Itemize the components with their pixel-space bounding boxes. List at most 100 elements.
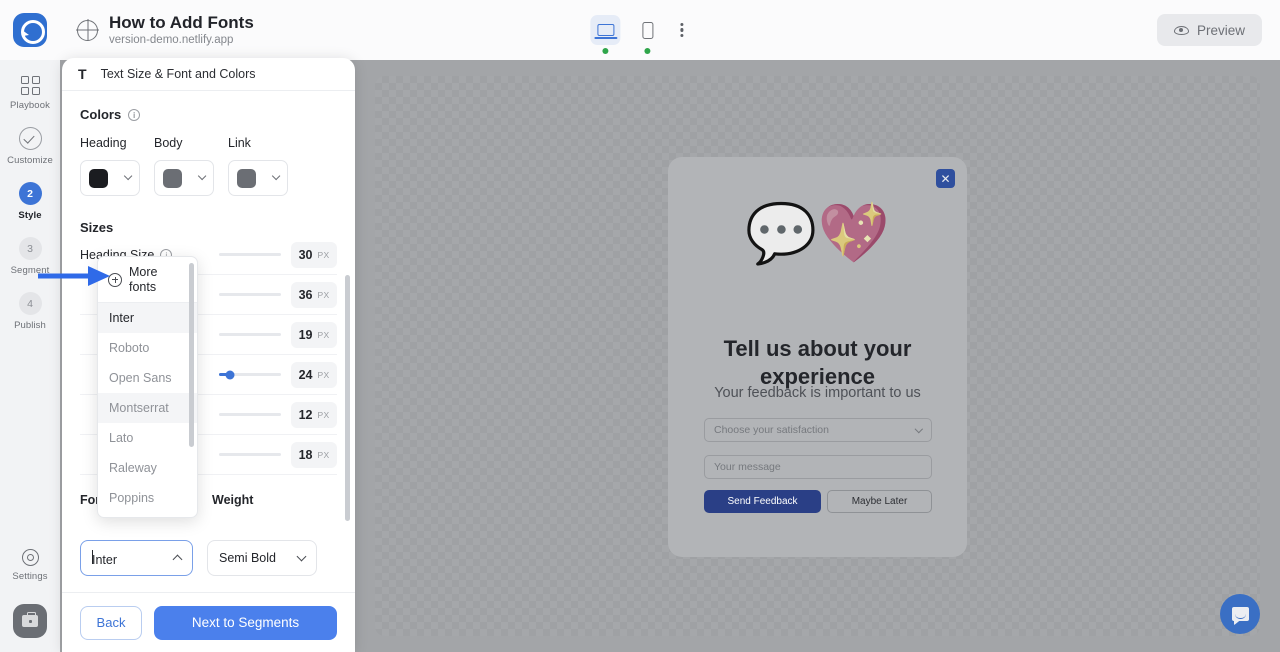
size-controls: 12 PX [219,401,337,428]
device-toggle-group [590,15,689,54]
size-slider-active[interactable] [219,370,281,379]
panel-scrollbar[interactable] [345,275,350,521]
size-value-box[interactable]: 30 PX [291,241,337,268]
font-option-poppins[interactable]: Poppins [98,483,197,513]
eye-icon [1173,25,1189,35]
laptop-icon [593,24,617,39]
style-panel-footer: Back Next to Segments [62,592,355,652]
size-value-box[interactable]: 18 PX [291,441,337,468]
size-value-box[interactable]: 36 PX [291,281,337,308]
font-option-inter[interactable]: Inter [98,303,197,333]
sizes-label-text: Sizes [80,220,114,235]
next-to-segments-button[interactable]: Next to Segments [154,605,337,640]
size-controls: 24 PX [219,361,337,388]
colors-label-text: Colors [80,107,122,122]
sidebar-item-label: Settings [12,571,48,582]
preview-button-label: Preview [1196,22,1245,38]
color-label: Body [154,136,183,150]
size-unit: PX [317,329,330,340]
page-title-block: How to Add Fonts version-demo.netlify.ap… [77,13,254,48]
close-icon[interactable]: ✕ [936,169,955,188]
font-option-open-sans[interactable]: Open Sans [98,363,197,393]
app-logo-wrapper[interactable] [0,13,60,47]
device-toggle-desktop[interactable] [590,15,621,54]
top-bar: How to Add Fonts version-demo.netlify.ap… [0,0,1280,60]
size-unit: PX [317,249,330,260]
color-picker-button-link[interactable] [228,160,288,196]
style-panel-title: Text Size & Font and Colors [100,67,256,81]
color-swatch [237,168,256,188]
font-select[interactable]: Inter [80,540,193,576]
font-option-roboto[interactable]: Roboto [98,333,197,363]
font-option-lato[interactable]: Lato [98,423,197,453]
colors-section-label: Colors i [80,107,337,122]
size-value: 24 [298,367,313,382]
sidebar-item-style[interactable]: 2 Style [0,166,60,221]
chevron-down-icon [915,425,924,433]
globe-icon [77,19,98,41]
maybe-later-button[interactable]: Maybe Later [827,490,932,513]
size-value: 30 [298,247,313,262]
phone-icon [641,21,653,39]
size-slider[interactable] [219,333,281,336]
size-value-box[interactable]: 24 PX [291,361,337,388]
size-unit: PX [317,289,330,300]
font-option-raleway[interactable]: Raleway [98,453,197,483]
chat-launcher-button[interactable] [1220,594,1260,634]
sidebar-item-label: Publish [14,320,46,331]
device-toggle-mobile[interactable] [632,15,662,54]
color-swatch [163,168,182,188]
briefcase-icon [22,612,38,627]
size-slider[interactable] [219,293,281,296]
color-swatch [89,168,108,188]
style-panel-header: T Text Size & Font and Colors [62,58,355,91]
check-circle-icon [18,127,42,150]
sidebar-item-settings[interactable]: Settings [0,533,60,582]
size-value: 36 [298,287,313,302]
color-picker-button-heading[interactable] [80,160,140,196]
modal-subheading: Your feedback is important to us [714,385,921,401]
feedback-modal-preview: ✕ 💬💖 Tell us about your experience Your … [668,157,967,557]
size-slider[interactable] [219,413,281,416]
weight-select[interactable]: Semi Bold [207,540,317,576]
color-picker-link: Link [228,136,288,196]
font-option-montserrat[interactable]: Montserrat [98,393,197,423]
size-controls: 18 PX [219,441,337,468]
size-value-box[interactable]: 12 PX [291,401,337,428]
size-controls: 30 PX [219,241,337,268]
send-feedback-button[interactable]: Send Feedback [704,490,821,513]
step-number: 3 [18,237,42,260]
color-picker-button-body[interactable] [154,160,214,196]
sidebar-item-playbook[interactable]: Playbook [0,60,60,111]
size-unit: PX [317,409,330,420]
back-button[interactable]: Back [80,605,142,640]
size-unit: PX [317,449,330,460]
message-input-placeholder: Your message [714,461,781,473]
size-controls: 19 PX [219,321,337,348]
size-value: 12 [298,407,313,422]
app-logo-icon [13,13,47,47]
font-weight-selects: Inter Semi Bold [80,540,317,576]
color-label: Heading [80,136,127,150]
dropdown-scrollbar[interactable] [189,263,194,447]
size-slider[interactable] [219,453,281,456]
chevron-down-icon [197,172,207,181]
text-format-icon: T [78,66,87,82]
size-value: 18 [298,447,313,462]
gear-icon [21,549,39,566]
color-label: Link [228,136,251,150]
sizes-section-label: Sizes [80,220,337,235]
sidebar-item-customize[interactable]: Customize [0,111,60,166]
size-value-box[interactable]: 19 PX [291,321,337,348]
left-rail: Playbook Customize 2 Style 3 Segment 4 P… [0,60,60,652]
satisfaction-select-placeholder: Choose your satisfaction [714,424,829,436]
font-dropdown-menu: More fonts Inter Roboto Open Sans Montse… [97,256,198,518]
preview-button[interactable]: Preview [1156,14,1262,46]
info-icon[interactable]: i [128,108,141,121]
message-input[interactable]: Your message [704,455,932,479]
kebab-menu-icon[interactable] [674,17,689,44]
size-slider[interactable] [219,253,281,256]
avatar[interactable] [13,604,47,638]
satisfaction-select[interactable]: Choose your satisfaction [704,418,932,442]
font-select-value: Inter [92,549,117,567]
